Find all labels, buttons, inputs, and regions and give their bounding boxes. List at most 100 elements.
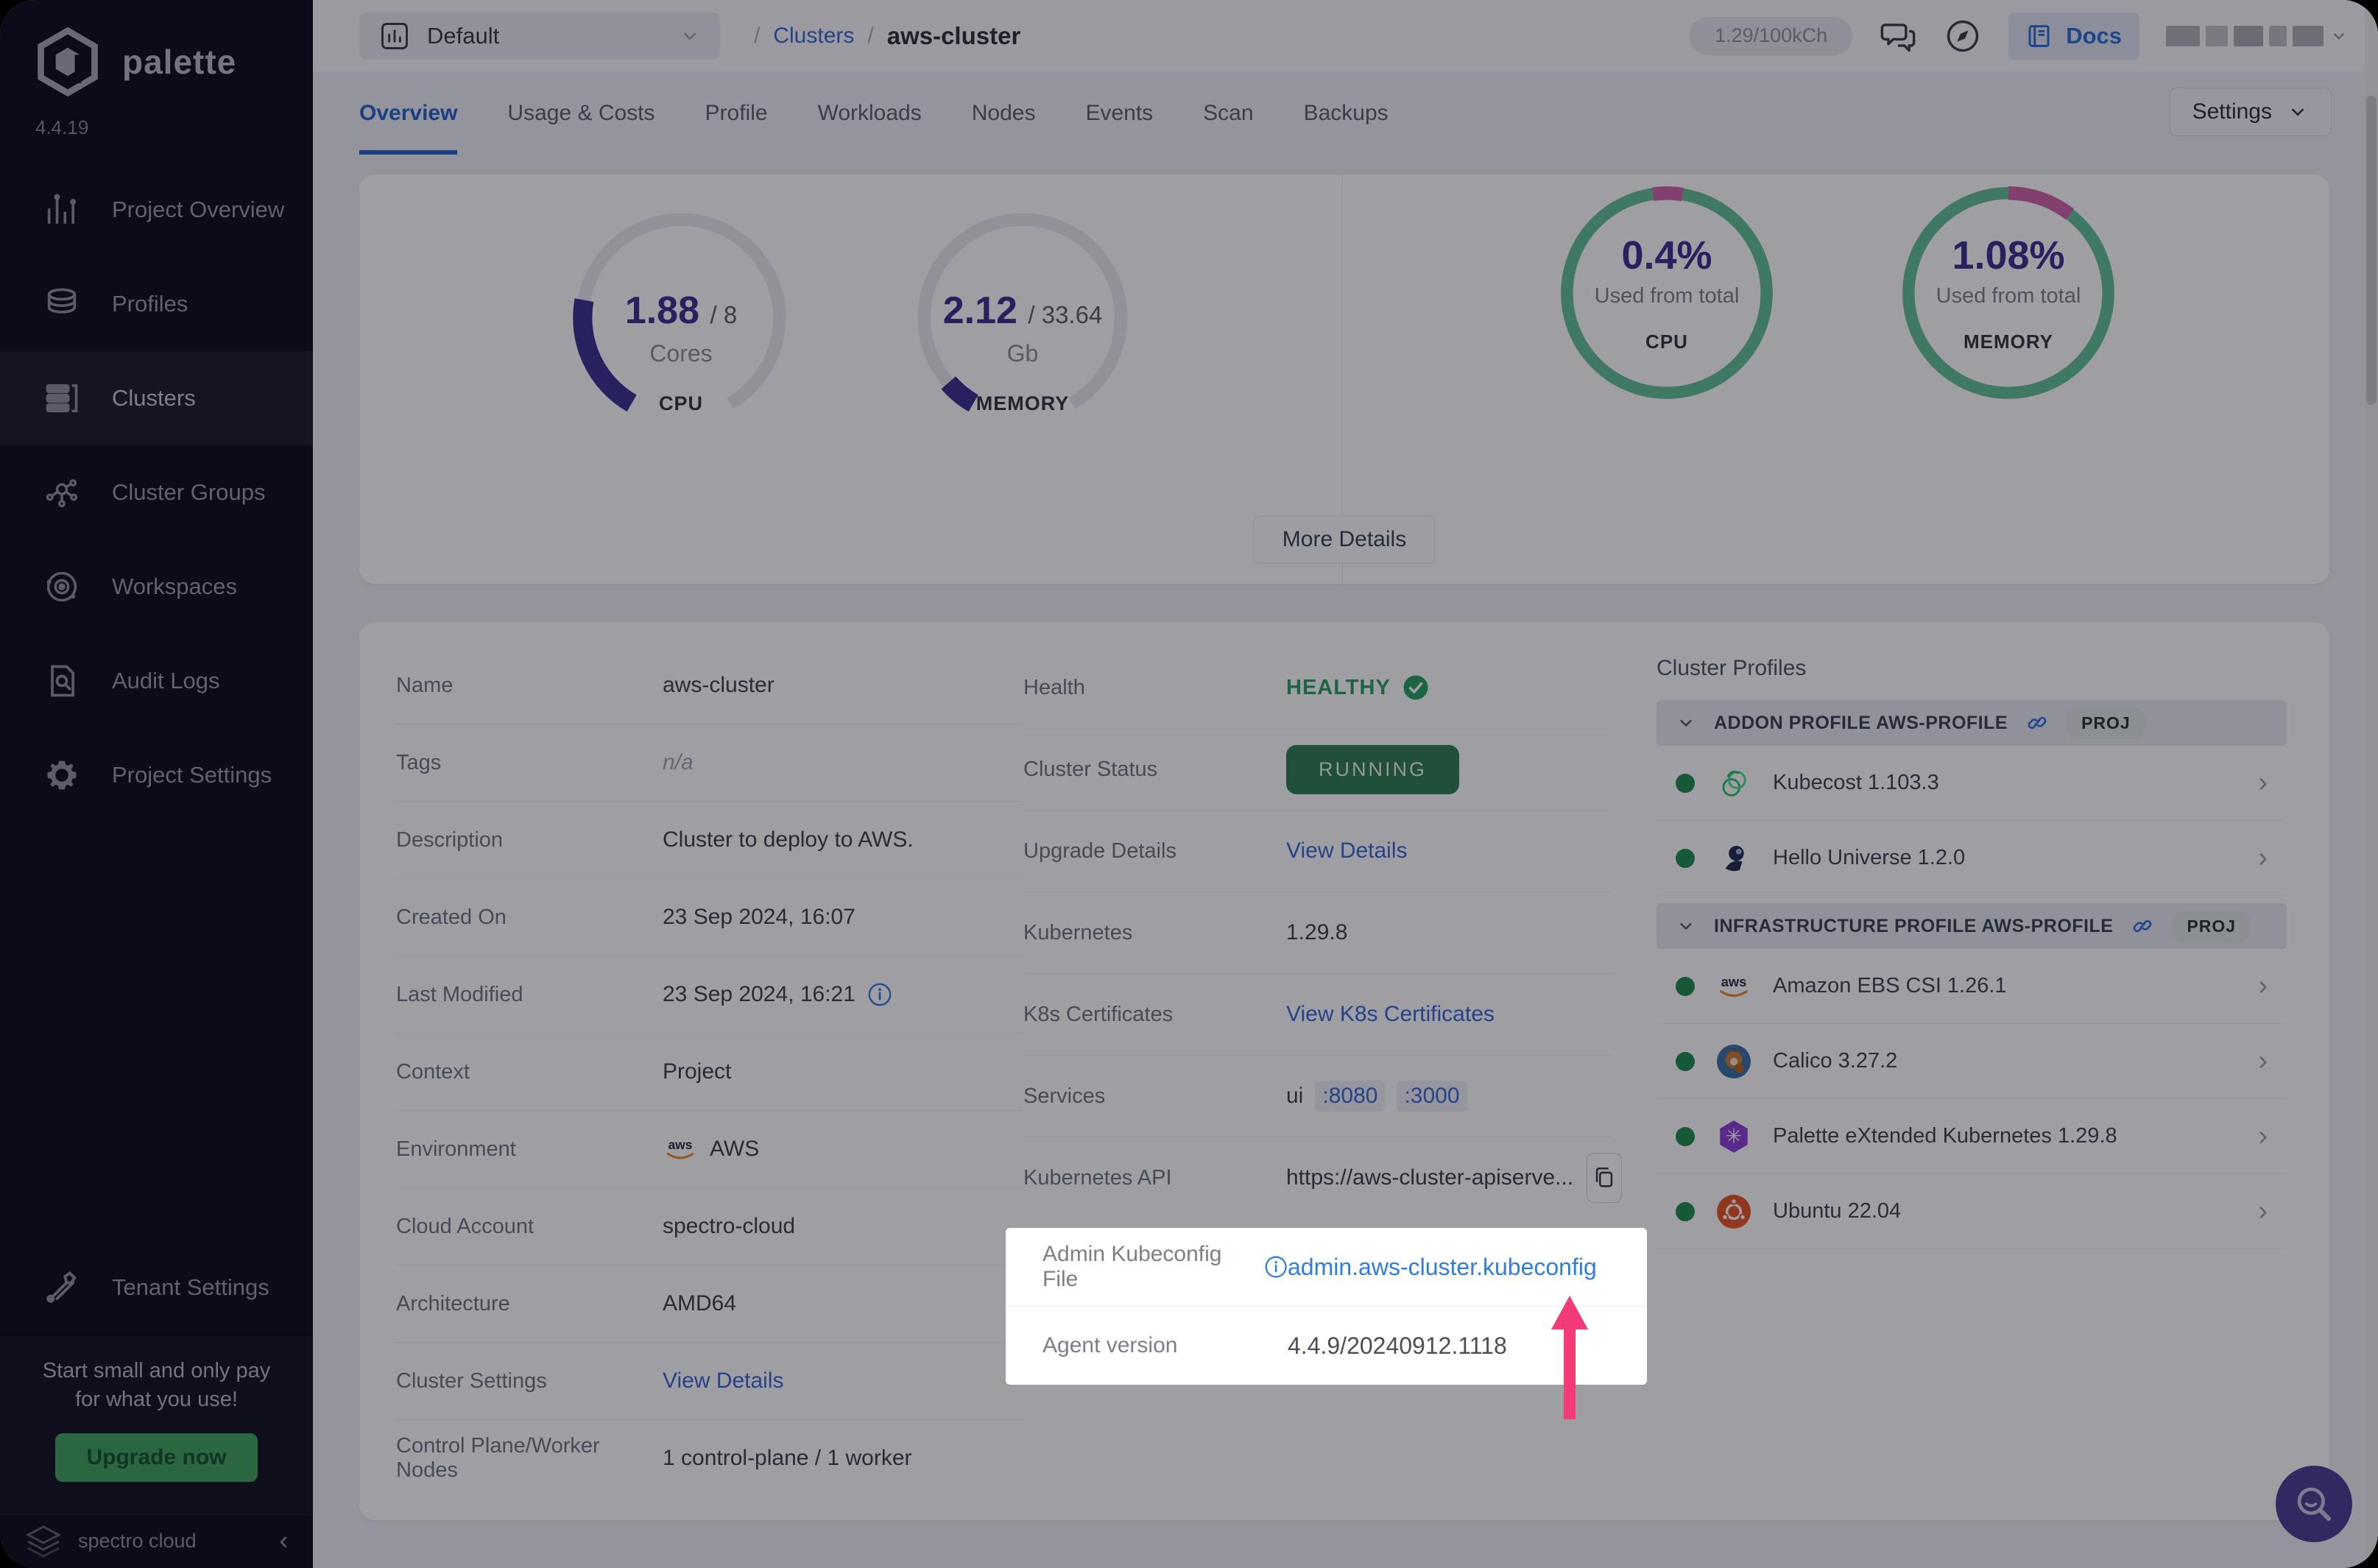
detail-row-cloud-account: Cloud Account spectro-cloud (396, 1188, 1022, 1265)
breadcrumb-clusters-link[interactable]: Clusters (773, 24, 854, 49)
chevron-right-icon: › (2258, 970, 2268, 1001)
memory-usage-caption: Used from total (1936, 284, 2081, 308)
palette-logo-icon (38, 27, 98, 97)
servers-icon (43, 379, 81, 417)
tab-scan[interactable]: Scan (1203, 71, 1253, 155)
scope-badge: PROJ (2067, 707, 2145, 739)
sidebar-item-label: Tenant Settings (112, 1274, 269, 1300)
profile-section-infrastructure-profile-aws-profile[interactable]: INFRASTRUCTURE PROFILE AWS-PROFILE PROJ (1657, 903, 2287, 949)
copy-api-url-button[interactable] (1587, 1153, 1623, 1203)
profile-item-calico-3-27-2[interactable]: Calico 3.27.2 › (1657, 1024, 2287, 1099)
memory-gauge-label: MEMORY (975, 392, 1070, 414)
cluster-tabs-row: Overview Usage & Costs Profile Workloads Nod… (313, 71, 2378, 155)
detail-row-last-modified: Last Modified 23 Sep 2024, 16:21 (396, 956, 1022, 1034)
breadcrumb-current: aws-cluster (886, 21, 1021, 49)
chevron-right-icon: › (2258, 1045, 2268, 1076)
chevron-down-icon (2291, 108, 2304, 116)
aws-icon: aws (663, 1131, 698, 1167)
agent-version-value: 4.4.9/20240912.1118 (1288, 1332, 1507, 1359)
settings-button[interactable]: Settings (2169, 88, 2332, 136)
sidebar-item-workspaces[interactable]: Workspaces (0, 540, 313, 634)
profile-item-ubuntu-22-04[interactable]: Ubuntu 22.04 › (1657, 1174, 2287, 1249)
sidebar: palette 4.4.19 Project Overview Profiles… (0, 0, 313, 1568)
more-details-button[interactable]: More Details (1253, 516, 1436, 563)
brand-logo: palette (32, 27, 236, 97)
cluster-status-pill[interactable]: RUNNING (1286, 744, 1459, 794)
pxk-icon: ✳ (1715, 1118, 1752, 1155)
cluster-profiles-title: Cluster Profiles (1657, 656, 1807, 680)
scrollbar-thumb[interactable] (2366, 96, 2377, 405)
sidebar-item-profiles[interactable]: Profiles (0, 257, 313, 351)
project-selector[interactable]: Default (359, 12, 720, 60)
aws-icon: aws (1715, 968, 1752, 1005)
user-menu[interactable] (2166, 25, 2349, 46)
chat-icon[interactable] (1879, 17, 1917, 55)
upgrade-details-link[interactable]: View Details (1286, 838, 1408, 864)
chevron-right-icon: › (2258, 1120, 2268, 1151)
docs-label: Docs (2066, 22, 2122, 49)
cluster-tabs: Overview Usage & Costs Profile Workloads Nod… (359, 71, 1389, 155)
highlight-arrow-icon (1551, 1296, 1588, 1419)
sidebar-item-project-settings[interactable]: Project Settings (0, 728, 313, 822)
spectro-cloud-logo-icon (25, 1525, 62, 1558)
sidebar-footer: spectro cloud ‹ (0, 1514, 313, 1568)
profile-section-addon-profile-aws-profile[interactable]: ADDON PROFILE AWS-PROFILE PROJ (1657, 700, 2287, 746)
cluster-settings-link[interactable]: View Details (663, 1369, 784, 1394)
cpu-usage-ring: 0.4% Used from total CPU (1553, 179, 1781, 407)
tab-events[interactable]: Events (1085, 71, 1153, 155)
k8s-certificates-link[interactable]: View K8s Certificates (1286, 1002, 1495, 1027)
status-row-health: Health HEALTHY (1023, 647, 1612, 729)
profile-item-amazon-ebs-csi-1-26-1[interactable]: aws Amazon EBS CSI 1.26.1 › (1657, 949, 2287, 1024)
top-bar: Default / Clusters / aws-cluster 1.29/10… (313, 0, 2378, 71)
gear-icon (43, 756, 81, 794)
tab-workloads[interactable]: Workloads (818, 71, 922, 155)
layers-icon (43, 285, 81, 323)
docs-button[interactable]: Docs (2008, 12, 2139, 60)
admin-kubeconfig-link[interactable]: admin.aws-cluster.kubeconfig (1288, 1254, 1597, 1281)
tab-profile[interactable]: Profile (705, 71, 768, 155)
status-dot (1676, 1126, 1695, 1146)
info-icon[interactable] (1264, 1254, 1288, 1279)
collapse-sidebar-icon[interactable]: ‹ (280, 1527, 288, 1555)
status-dot (1676, 976, 1695, 996)
chevron-down-icon (2333, 32, 2345, 40)
status-dot (1676, 1051, 1695, 1071)
memory-usage-pct: 1.08% (1952, 233, 2065, 278)
kubecost-icon (1715, 765, 1752, 802)
chevron-down-icon (683, 32, 696, 40)
cpu-gauge-unit: Cores (649, 339, 713, 367)
profile-item-kubecost-1-103-3[interactable]: Kubecost 1.103.3 › (1657, 746, 2287, 821)
sidebar-item-tenant-settings[interactable]: Tenant Settings (0, 1240, 313, 1335)
service-port-link[interactable]: :8080 (1315, 1081, 1386, 1112)
profile-item-palette-extended-kubernetes-1-29-8[interactable]: ✳ Palette eXtended Kubernetes 1.29.8 › (1657, 1099, 2287, 1174)
detail-row-environment: Environment aws AWS (396, 1111, 1022, 1188)
tab-overview[interactable]: Overview (359, 71, 458, 155)
status-row-k8s-certificates: K8s Certificates View K8s Certificates (1023, 974, 1612, 1056)
search-assistant-button[interactable] (2276, 1466, 2352, 1542)
tab-usage-costs[interactable]: Usage & Costs (507, 71, 655, 155)
doc-search-icon (43, 662, 81, 700)
profile-item-hello-universe-1-2-0[interactable]: Hello Universe 1.2.0 › (1657, 821, 2287, 896)
tab-nodes[interactable]: Nodes (972, 71, 1036, 155)
memory-gauge-unit: Gb (1006, 339, 1039, 367)
sidebar-item-audit-logs[interactable]: Audit Logs (0, 634, 313, 728)
upgrade-now-button[interactable]: Upgrade now (55, 1433, 258, 1483)
compass-icon[interactable] (1944, 17, 1982, 55)
scope-badge: PROJ (2172, 910, 2251, 942)
chevron-right-icon: › (2258, 1196, 2268, 1226)
cpu-gauge-label: CPU (658, 392, 703, 414)
app-version: 4.4.19 (35, 116, 89, 138)
cluster-details-card: Name aws-cluster Tags n/a Description Clust… (359, 622, 2329, 1520)
sidebar-nav: Project Overview Profiles Clusters Clust… (0, 163, 313, 822)
status-dot (1676, 1201, 1695, 1221)
cpu-gauge-value: 1.88 / 8 (624, 289, 738, 332)
service-port-link[interactable]: :3000 (1397, 1081, 1467, 1112)
tab-backups[interactable]: Backups (1304, 71, 1389, 155)
sidebar-item-project-overview[interactable]: Project Overview (0, 163, 313, 257)
sidebar-item-cluster-groups[interactable]: Cluster Groups (0, 445, 313, 540)
status-column: Health HEALTHY Cluster Status RUNNING Upgr… (1023, 647, 1623, 1218)
book-icon (2026, 21, 2056, 51)
scrollbar[interactable] (2365, 0, 2378, 1568)
sidebar-item-clusters[interactable]: Clusters (0, 351, 313, 445)
detail-row-tags: Tags n/a (396, 724, 1022, 802)
